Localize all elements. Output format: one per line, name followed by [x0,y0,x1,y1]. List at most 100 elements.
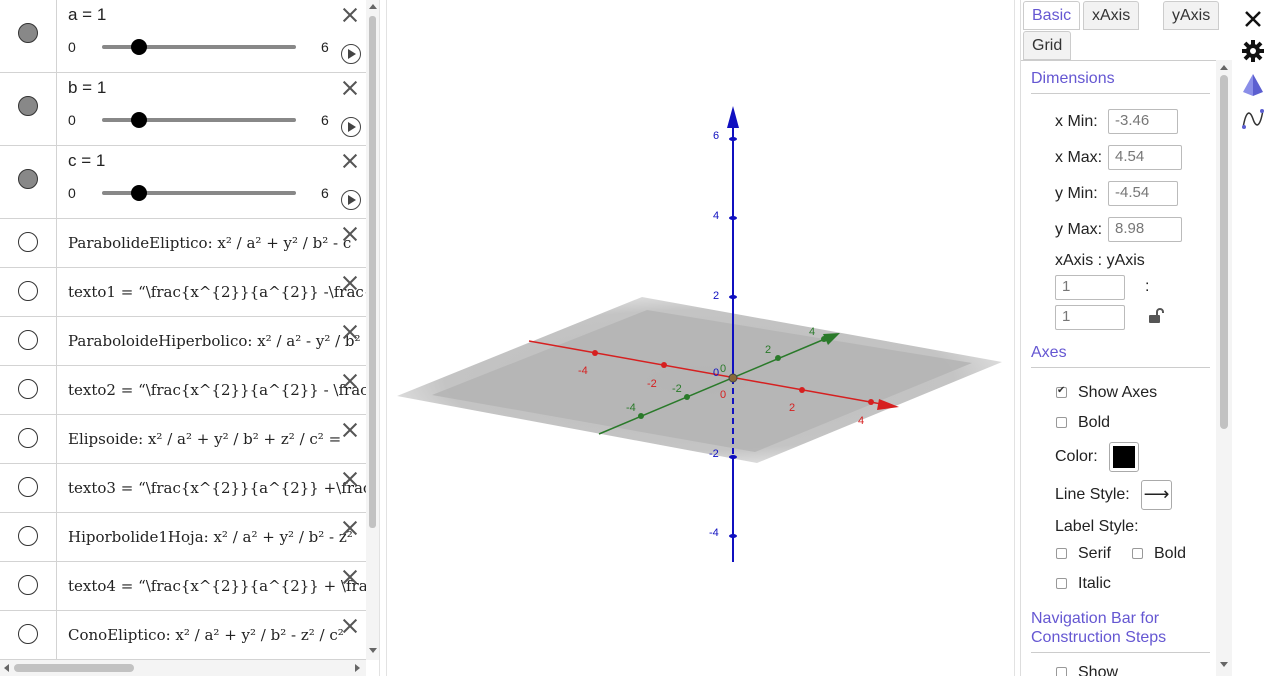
algebra-item-text[interactable]: Elipsoide: x² / a² + y² / b² + z² / c² = [68,430,341,448]
delete-icon[interactable] [341,152,359,170]
tab-xaxis[interactable]: xAxis [1083,1,1140,30]
visibility-toggle[interactable] [18,96,38,116]
algebra-item: texto4 = “\frac{x^{2}}{a^{2}} + \frac{y^… [0,562,366,611]
properties-scrollbar[interactable] [1216,60,1232,676]
scroll-left-icon[interactable] [4,664,9,672]
graphics-3d-view[interactable]: 6 4 2 -2 -4 -4 -2 2 4 -4 -2 2 4 0 0 0 [387,0,1014,676]
slider-knob[interactable] [131,39,148,55]
visibility-toggle[interactable] [18,281,38,301]
scrollbar-thumb[interactable] [1220,75,1228,429]
section-dimensions: Dimensions [1031,70,1115,87]
delete-icon[interactable] [341,470,359,488]
visibility-toggle[interactable] [18,624,38,644]
z-tick-label: -2 [709,448,719,460]
algebra-item-text[interactable]: texto1 = “\frac{x^{2}}{a^{2}} -\frac{y^{… [68,283,366,301]
show-navigation-label: Show [1078,664,1119,676]
origin-label: 0 [720,389,726,401]
slider-row-a: a = 1 0 6 [0,0,366,73]
label-bold-checkbox[interactable] [1132,548,1143,559]
delete-icon[interactable] [341,519,359,537]
play-icon[interactable] [341,44,361,64]
slider-label[interactable]: a = 1 [68,5,106,25]
visibility-toggle[interactable] [18,526,38,546]
graphics-icon[interactable] [1240,106,1266,132]
ymin-input[interactable]: -4.54 [1108,181,1178,206]
delete-icon[interactable] [341,6,359,24]
unlock-icon[interactable] [1147,307,1165,325]
show-axes-checkbox[interactable] [1056,385,1067,398]
algebra-item-text[interactable]: Hiporbolide1Hoja: x² / a² + y² / b² - z² [68,528,353,546]
view-splitter[interactable] [379,0,387,676]
scrollbar-thumb[interactable] [369,16,376,528]
algebra-item: ParabolideEliptico: x² / a² + y² / b² - … [0,219,366,268]
xmax-input[interactable]: 4.54 [1108,145,1182,170]
tab-yaxis[interactable]: yAxis [1163,1,1220,30]
play-icon[interactable] [341,190,361,210]
scrollbar-thumb[interactable] [14,664,134,672]
algebra-item: texto2 = “\frac{x^{2}}{a^{2}} - \frac{y^… [0,366,366,415]
properties-content: Dimensions x Min: -3.46 x Max: 4.54 y Mi… [1021,60,1233,676]
scroll-up-icon[interactable] [1220,65,1228,70]
graphics-3d-icon[interactable] [1240,72,1266,98]
line-style-button[interactable]: ⟶ [1141,480,1172,510]
algebra-item: texto3 = “\frac{x^{2}}{a^{2}} +\frac{y^{… [0,464,366,513]
visibility-toggle[interactable] [18,169,38,189]
yaxis-ratio-input[interactable]: 1 [1055,305,1125,330]
visibility-toggle[interactable] [18,477,38,497]
scroll-up-icon[interactable] [369,4,377,9]
visibility-toggle[interactable] [18,23,38,43]
slider-knob[interactable] [131,112,148,128]
xmax-label: x Max: [1055,149,1103,166]
scroll-down-icon[interactable] [369,648,377,653]
gear-icon[interactable] [1240,38,1266,64]
x-tick-label: -4 [578,365,588,377]
algebra-item-text[interactable]: texto4 = “\frac{x^{2}}{a^{2}} + \frac{y^… [68,577,366,595]
bold-checkbox[interactable] [1056,417,1067,428]
slider-max: 6 [321,185,329,201]
x-tick-label: 2 [789,402,795,414]
tab-grid[interactable]: Grid [1023,31,1072,60]
slider-label[interactable]: c = 1 [68,151,105,171]
delete-icon[interactable] [341,79,359,97]
slider-label[interactable]: b = 1 [68,78,106,98]
visibility-toggle[interactable] [18,232,38,252]
visibility-toggle[interactable] [18,379,38,399]
delete-icon[interactable] [341,617,359,635]
algebra-item-text[interactable]: ParaboloideHiperbolico: x² / a² - y² / b… [68,332,361,350]
color-swatch[interactable] [1109,442,1139,472]
visibility-toggle[interactable] [18,330,38,350]
scroll-right-icon[interactable] [355,664,360,672]
algebra-item-text[interactable]: ConoEliptico: x² / a² + y² / b² - z² / c… [68,626,344,644]
x-tick-label: -2 [647,378,657,390]
section-navigation-title-1: Navigation Bar for [1031,610,1160,627]
visibility-toggle[interactable] [18,575,38,595]
xmin-input[interactable]: -3.46 [1108,109,1178,134]
ymin-label: y Min: [1055,185,1098,202]
close-icon[interactable] [1240,6,1266,32]
algebra-item-text[interactable]: texto2 = “\frac{x^{2}}{a^{2}} - \frac{y^… [68,381,366,399]
algebra-vertical-scrollbar[interactable] [366,0,379,660]
xaxis-ratio-input[interactable]: 1 [1055,275,1125,300]
delete-icon[interactable] [341,274,359,292]
scroll-down-icon[interactable] [1220,662,1228,667]
algebra-item-text[interactable]: texto3 = “\frac{x^{2}}{a^{2}} +\frac{y^{… [68,479,366,497]
show-navigation-checkbox[interactable] [1056,667,1067,676]
algebra-list: a = 1 0 6 b = 1 0 6 c = 1 0 6 Parabolide… [0,0,366,660]
delete-icon[interactable] [341,323,359,341]
play-icon[interactable] [341,117,361,137]
delete-icon[interactable] [341,568,359,586]
section-axes: Axes [1031,344,1067,361]
visibility-toggle[interactable] [18,428,38,448]
slider-knob[interactable] [131,185,148,201]
serif-checkbox[interactable] [1056,548,1067,559]
delete-icon[interactable] [341,421,359,439]
delete-icon[interactable] [341,225,359,243]
graphics-3d-canvas[interactable]: 6 4 2 -2 -4 -4 -2 2 4 -4 -2 2 4 0 0 0 [387,0,1014,676]
algebra-horizontal-scrollbar[interactable] [0,660,366,676]
algebra-item-text[interactable]: ParabolideEliptico: x² / a² + y² / b² - … [68,234,351,252]
ymax-input[interactable]: 8.98 [1108,217,1182,242]
tab-basic[interactable]: Basic [1023,1,1081,30]
delete-icon[interactable] [341,372,359,390]
geogebra-app: a = 1 0 6 b = 1 0 6 c = 1 0 6 Parabolide… [0,0,1272,676]
italic-checkbox[interactable] [1056,578,1067,589]
